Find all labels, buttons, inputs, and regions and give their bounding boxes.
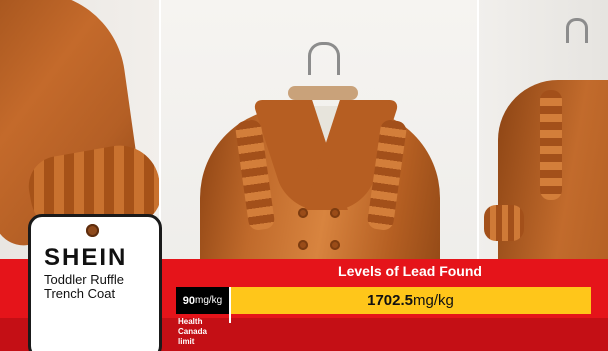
product-name-line: Toddler Ruffle	[44, 272, 124, 287]
tag-hole-icon	[86, 224, 99, 237]
health-canada-limit-label: Health Canada limit	[178, 317, 228, 347]
wooden-hanger	[288, 86, 358, 100]
banner-title: Levels of Lead Found	[338, 263, 482, 279]
limit-label-line: limit	[178, 337, 195, 346]
coat-back-ruffle	[540, 90, 562, 200]
video-frame: Levels of Lead Found 90 mg/kg 1702.5 mg/kg…	[0, 0, 608, 351]
health-canada-limit-bar: 90 mg/kg	[176, 287, 229, 314]
coat-button	[298, 240, 308, 250]
coat-back-cuff	[484, 205, 524, 241]
limit-label-line: Canada	[178, 327, 207, 336]
limit-marker-line	[229, 287, 231, 323]
lead-found-bar: 1702.5 mg/kg	[230, 287, 591, 314]
found-value: 1702.5	[367, 292, 414, 309]
coat-button	[298, 208, 308, 218]
brand-name: SHEIN	[44, 244, 128, 271]
limit-unit: mg/kg	[195, 295, 223, 306]
product-name-line: Trench Coat	[44, 286, 116, 301]
coat-button	[330, 208, 340, 218]
coat-button	[330, 240, 340, 250]
limit-label-line: Health	[178, 317, 203, 326]
product-name: Toddler Ruffle Trench Coat	[44, 273, 156, 301]
limit-value: 90	[182, 294, 195, 307]
hanger-hook-icon	[566, 18, 588, 43]
found-unit: mg/kg	[413, 292, 454, 309]
hanger-hook-icon	[308, 42, 340, 75]
